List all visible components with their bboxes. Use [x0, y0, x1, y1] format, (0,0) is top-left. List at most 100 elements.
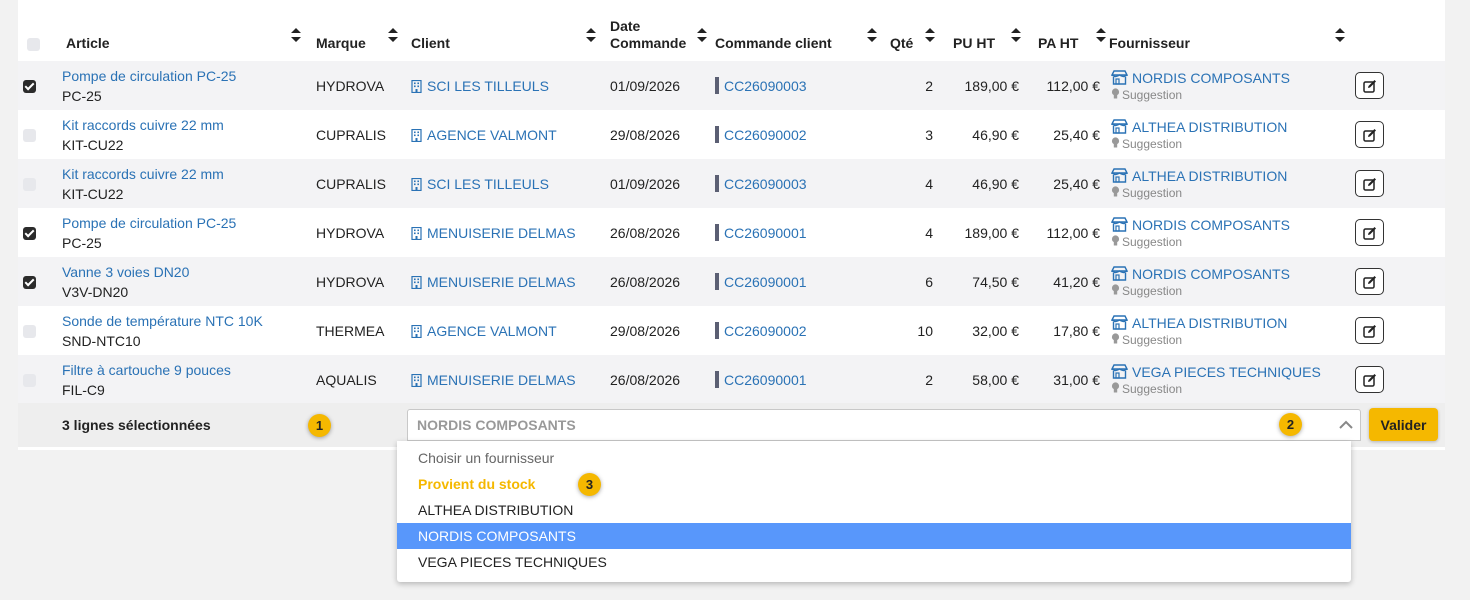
header-article[interactable]: Article	[62, 0, 316, 61]
header-commande-client[interactable]: Commande client	[715, 0, 879, 61]
row-checkbox[interactable]	[23, 325, 36, 339]
table-row[interactable]: Kit raccords cuivre 22 mm KIT-CU22 CUPRALI…	[18, 110, 1445, 159]
supplier-name[interactable]: VEGA PIECES TECHNIQUES	[1132, 364, 1321, 380]
header-pa-ht[interactable]: PA HT	[1019, 0, 1106, 61]
article-name-link[interactable]: Filtre à cartouche 9 pouces	[62, 360, 316, 380]
article-name-link[interactable]: Sonde de température NTC 10K	[62, 311, 316, 331]
client-name-link[interactable]: MENUISERIE DELMAS	[427, 372, 576, 388]
client-cell[interactable]: AGENCE VALMONT	[411, 110, 610, 159]
row-checkbox[interactable]	[23, 80, 36, 94]
dropdown-option-althea[interactable]: ALTHEA DISTRIBUTION	[397, 497, 1351, 523]
row-checkbox[interactable]	[23, 178, 36, 192]
header-client[interactable]: Client	[411, 0, 610, 61]
article-name-link[interactable]: Pompe de circulation PC-25	[62, 213, 316, 233]
commande-link[interactable]: CC26090003	[724, 176, 807, 192]
client-name-link[interactable]: SCI LES TILLEULS	[427, 176, 549, 192]
table-row[interactable]: Sonde de température NTC 10K SND-NTC10 THE…	[18, 306, 1445, 355]
table-row[interactable]: Kit raccords cuivre 22 mm KIT-CU22 CUPRALI…	[18, 159, 1445, 208]
commande-cell[interactable]: CC26090001	[715, 208, 879, 257]
client-cell[interactable]: MENUISERIE DELMAS	[411, 257, 610, 306]
table-row[interactable]: Pompe de circulation PC-25 PC-25 HYDROVA ME…	[18, 208, 1445, 257]
sort-arrows-icon[interactable]	[290, 27, 302, 43]
header-qte[interactable]: Qté	[879, 0, 935, 61]
supplier-name[interactable]: NORDIS COMPOSANTS	[1132, 266, 1290, 282]
commande-cell[interactable]: CC26090001	[715, 257, 879, 306]
client-name-link[interactable]: AGENCE VALMONT	[427, 323, 557, 339]
supplier-link[interactable]: ALTHEA DISTRIBUTION	[1111, 314, 1350, 333]
commande-cell[interactable]: CC26090003	[715, 159, 879, 208]
chevron-up-icon[interactable]	[1338, 418, 1354, 432]
sort-arrows-icon[interactable]	[387, 27, 399, 43]
client-cell[interactable]: MENUISERIE DELMAS	[411, 355, 610, 404]
supplier-name[interactable]: NORDIS COMPOSANTS	[1132, 217, 1290, 233]
edit-button[interactable]	[1355, 366, 1384, 393]
row-checkbox[interactable]	[23, 374, 36, 388]
commande-link[interactable]: CC26090003	[724, 78, 807, 94]
client-name-link[interactable]: AGENCE VALMONT	[427, 127, 557, 143]
client-name-link[interactable]: MENUISERIE DELMAS	[427, 225, 576, 241]
supplier-link[interactable]: ALTHEA DISTRIBUTION	[1111, 167, 1350, 186]
edit-button[interactable]	[1355, 219, 1384, 246]
commande-link[interactable]: CC26090001	[724, 225, 807, 241]
edit-button[interactable]	[1355, 268, 1384, 295]
header-date[interactable]: Date Commande	[610, 0, 715, 61]
row-checkbox[interactable]	[23, 129, 36, 143]
edit-button[interactable]	[1355, 121, 1384, 148]
sort-arrows-icon[interactable]	[696, 27, 708, 43]
commande-link[interactable]: CC26090001	[724, 274, 807, 290]
commande-cell[interactable]: CC26090003	[715, 61, 879, 110]
sort-arrows-icon[interactable]	[585, 27, 597, 43]
supplier-link[interactable]: VEGA PIECES TECHNIQUES	[1111, 363, 1350, 382]
pa-ht-cell: 112,00 €	[1046, 224, 1100, 241]
table-row[interactable]: Vanne 3 voies DN20 V3V-DN20 HYDROVA MENUISE…	[18, 257, 1445, 306]
article-name-link[interactable]: Pompe de circulation PC-25	[62, 66, 316, 86]
commande-link[interactable]: CC26090002	[724, 127, 807, 143]
sort-arrows-icon[interactable]	[1334, 27, 1346, 43]
supplier-link[interactable]: NORDIS COMPOSANTS	[1111, 216, 1350, 235]
validate-button[interactable]: Valider	[1369, 408, 1438, 441]
marque-cell: HYDROVA	[316, 273, 385, 290]
dropdown-option-vega[interactable]: VEGA PIECES TECHNIQUES	[397, 549, 1351, 575]
commande-link[interactable]: CC26090001	[724, 372, 807, 388]
row-checkbox[interactable]	[23, 276, 36, 290]
supplier-name[interactable]: ALTHEA DISTRIBUTION	[1132, 315, 1287, 331]
commande-link[interactable]: CC26090002	[724, 323, 807, 339]
supplier-select[interactable]: NORDIS COMPOSANTS	[407, 409, 1361, 441]
supplier-name[interactable]: NORDIS COMPOSANTS	[1132, 70, 1290, 86]
client-name-link[interactable]: MENUISERIE DELMAS	[427, 274, 576, 290]
commande-cell[interactable]: CC26090002	[715, 306, 879, 355]
dropdown-option-stock[interactable]: Provient du stock	[397, 471, 1351, 497]
client-name-link[interactable]: SCI LES TILLEULS	[427, 78, 549, 94]
article-name-link[interactable]: Kit raccords cuivre 22 mm	[62, 164, 316, 184]
supplier-link[interactable]: NORDIS COMPOSANTS	[1111, 69, 1350, 88]
header-fournisseur[interactable]: Fournisseur	[1104, 0, 1350, 61]
supplier-name[interactable]: ALTHEA DISTRIBUTION	[1132, 168, 1287, 184]
table-row[interactable]: Pompe de circulation PC-25 PC-25 HYDROVA SC…	[18, 61, 1445, 110]
date-cell: 26/08/2026	[610, 371, 681, 388]
marque-cell: CUPRALIS	[316, 126, 387, 143]
supplier-link[interactable]: NORDIS COMPOSANTS	[1111, 265, 1350, 284]
client-cell[interactable]: MENUISERIE DELMAS	[411, 208, 610, 257]
dropdown-option-nordis[interactable]: NORDIS COMPOSANTS	[397, 523, 1351, 549]
supplier-link[interactable]: ALTHEA DISTRIBUTION	[1111, 118, 1350, 137]
client-cell[interactable]: SCI LES TILLEULS	[411, 159, 610, 208]
commande-cell[interactable]: CC26090001	[715, 355, 879, 404]
header-pu-ht[interactable]: PU HT	[933, 0, 1021, 61]
row-checkbox[interactable]	[23, 227, 36, 241]
store-icon	[1111, 265, 1128, 281]
article-name-link[interactable]: Vanne 3 voies DN20	[62, 262, 316, 282]
qte-cell: 4	[925, 224, 933, 241]
client-cell[interactable]: AGENCE VALMONT	[411, 306, 610, 355]
client-cell[interactable]: SCI LES TILLEULS	[411, 61, 610, 110]
article-cell: Pompe de circulation PC-25 PC-25	[62, 208, 316, 257]
header-marque[interactable]: Marque	[316, 0, 411, 61]
edit-button[interactable]	[1355, 317, 1384, 344]
article-name-link[interactable]: Kit raccords cuivre 22 mm	[62, 115, 316, 135]
select-all-checkbox[interactable]	[27, 37, 40, 51]
supplier-name[interactable]: ALTHEA DISTRIBUTION	[1132, 119, 1287, 135]
commande-cell[interactable]: CC26090002	[715, 110, 879, 159]
edit-button[interactable]	[1355, 170, 1384, 197]
edit-button[interactable]	[1355, 72, 1384, 99]
table-row[interactable]: Filtre à cartouche 9 pouces FIL-C9 AQUALIS…	[18, 355, 1445, 404]
sort-arrows-icon[interactable]	[866, 27, 878, 43]
